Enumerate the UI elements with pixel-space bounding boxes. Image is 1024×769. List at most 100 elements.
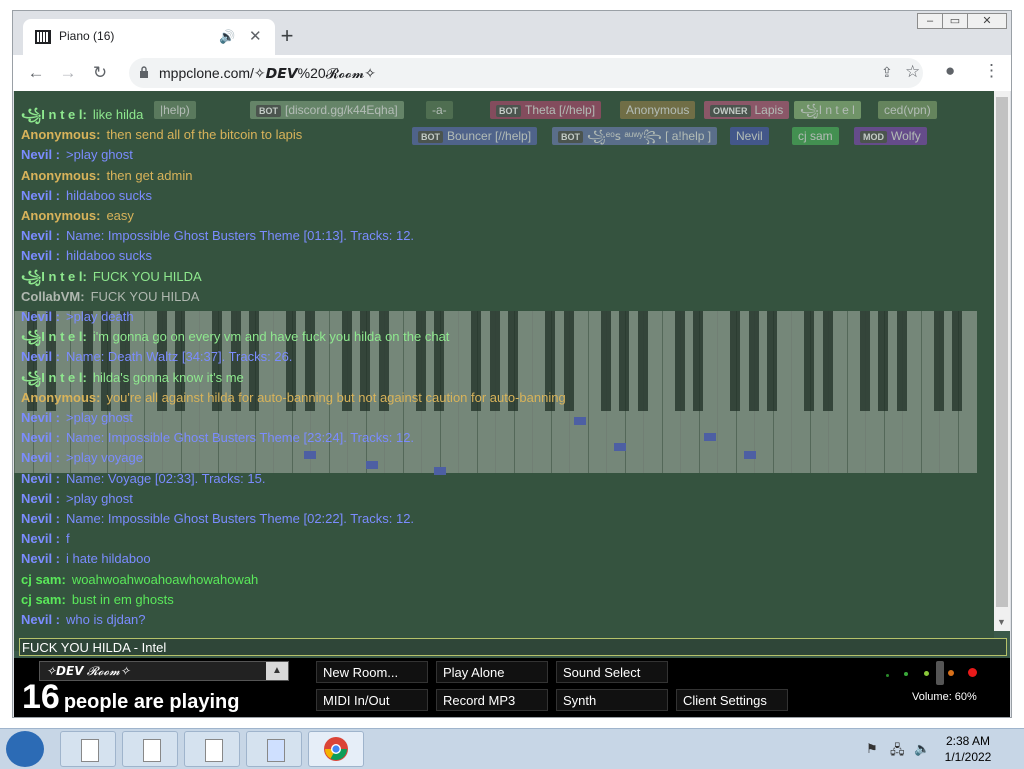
back-arrow-icon[interactable]: ← — [25, 63, 47, 83]
new-room-button[interactable]: New Room... — [316, 661, 428, 683]
taskbar-file-3[interactable] — [184, 731, 240, 767]
chat-message: Anonymous: easy — [21, 208, 134, 224]
tab-piano[interactable]: Piano (16) 🔊 ✕ — [23, 19, 275, 55]
chat-message: Nevil : >play ghost — [21, 410, 133, 426]
close-icon[interactable]: ✕ — [967, 13, 1007, 29]
address-bar[interactable]: mppclone.com/✧𝘿𝙀𝙑%20𝓡𝓸𝓸𝓶✧ ⇪ ☆ — [129, 58, 923, 88]
taskbar-file-2[interactable] — [122, 731, 178, 767]
scrollbar-thumb[interactable] — [996, 97, 1008, 607]
chat-author[interactable]: ꧁I n t e l: — [21, 329, 87, 344]
chat-author[interactable]: Nevil : — [21, 248, 60, 263]
chat-author[interactable]: Nevil : — [21, 410, 60, 425]
browser-window: Piano (16) 🔊 ✕ + – ▭ ✕ ← → ↻ mppclone.co… — [12, 10, 1012, 718]
document-icon — [205, 739, 223, 762]
chat-message: Anonymous: then send all of the bitcoin t… — [21, 127, 302, 143]
kebab-menu-icon[interactable]: ⋮ — [983, 61, 1000, 81]
bookmark-star-icon[interactable]: ☆ — [905, 62, 920, 82]
chat-text: hildaboo sucks — [66, 248, 153, 264]
chat-text: FUCK YOU HILDA — [92, 268, 202, 284]
chat-author[interactable]: Nevil : — [21, 491, 60, 506]
chat-message: Nevil : >play voyage — [21, 450, 143, 466]
control-panel-icon — [267, 739, 285, 762]
network-icon[interactable]: 🖧 — [890, 741, 905, 763]
chat-log: ꧁I n t e l: like hilda Anonymous: then send… — [21, 91, 981, 631]
chat-message: ꧁I n t e l: hilda's gonna know it's me — [21, 370, 244, 386]
maximize-icon[interactable]: ▭ — [942, 13, 968, 29]
chat-author[interactable]: cj sam: — [21, 572, 66, 587]
forward-arrow-icon[interactable]: → — [57, 63, 79, 83]
chat-text: i hate hildaboo — [66, 551, 151, 567]
chat-author[interactable]: Anonymous: — [21, 390, 100, 405]
speaker-icon[interactable]: 🔊 — [219, 29, 235, 45]
play-alone-button[interactable]: Play Alone — [436, 661, 548, 683]
chat-scrollbar[interactable]: ▼ — [994, 91, 1010, 631]
desktop: Piano (16) 🔊 ✕ + – ▭ ✕ ← → ↻ mppclone.co… — [0, 0, 1024, 728]
chat-author[interactable]: Anonymous: — [21, 168, 100, 183]
client-settings-button[interactable]: Client Settings — [676, 689, 788, 711]
piano-favicon-icon — [35, 30, 51, 44]
share-icon[interactable]: ⇪ — [881, 64, 893, 81]
chat-text: f — [66, 531, 70, 547]
chat-message: Nevil : >play death — [21, 309, 134, 325]
bottom-controls: ✧𝘿𝙀𝙑 𝓡𝓸𝓸𝓶✧ ▲ 16 people are playing New Ro… — [14, 658, 1010, 717]
chat-message: Nevil : hildaboo sucks — [21, 248, 152, 264]
profile-icon[interactable]: ● — [945, 61, 955, 81]
chat-author[interactable]: cj sam: — [21, 592, 66, 607]
chat-author[interactable]: Nevil : — [21, 471, 60, 486]
taskbar-file-1[interactable] — [60, 731, 116, 767]
chat-text: >play death — [66, 309, 134, 324]
chat-message: Anonymous: then get admin — [21, 168, 192, 184]
volume-slider[interactable] — [936, 661, 944, 685]
chat-author[interactable]: Nevil : — [21, 551, 60, 566]
windows-start-icon[interactable] — [6, 731, 44, 767]
flag-icon[interactable]: ⚑ — [866, 741, 878, 757]
player-count-label: people are playing — [63, 691, 240, 713]
chat-author[interactable]: Nevil : — [21, 612, 60, 627]
chat-author[interactable]: Nevil : — [21, 309, 60, 324]
record-dot-icon — [968, 668, 977, 677]
chat-text: bust in em ghosts — [71, 591, 174, 607]
scroll-down-icon[interactable]: ▼ — [997, 617, 1006, 627]
document-icon — [81, 739, 99, 762]
synth-button[interactable]: Synth — [556, 689, 668, 711]
chat-author[interactable]: Nevil : — [21, 531, 60, 546]
chat-author[interactable]: Anonymous: — [21, 208, 100, 223]
chat-input[interactable]: FUCK YOU HILDA - Intel — [19, 638, 1007, 656]
chat-text: Name: Voyage [02:33]. Tracks: 15. — [66, 470, 266, 486]
lock-icon — [140, 66, 148, 78]
sound-select-button[interactable]: Sound Select — [556, 661, 668, 683]
chat-author[interactable]: ꧁I n t e l: — [21, 370, 87, 385]
chat-author[interactable]: ꧁I n t e l: — [21, 269, 87, 284]
midi-in-out-button[interactable]: MIDI In/Out — [316, 689, 428, 711]
chat-author[interactable]: Nevil : — [21, 430, 60, 445]
chat-text: then get admin — [106, 167, 193, 183]
reload-icon[interactable]: ↻ — [89, 63, 111, 83]
chat-author[interactable]: Nevil : — [21, 147, 60, 162]
tab-close-icon[interactable]: ✕ — [249, 27, 262, 45]
chat-message: ꧁I n t e l: FUCK YOU HILDA — [21, 269, 202, 285]
chat-message: CollabVM: FUCK YOU HILDA — [21, 289, 199, 305]
chat-message: Anonymous: you're all against hilda for a… — [21, 390, 566, 406]
dropdown-arrow-icon[interactable]: ▲ — [266, 662, 288, 680]
record-mp3-button[interactable]: Record MP3 — [436, 689, 548, 711]
chat-author[interactable]: Nevil : — [21, 349, 60, 364]
chat-author[interactable]: CollabVM: — [21, 289, 85, 304]
chat-author[interactable]: Anonymous: — [21, 127, 100, 142]
volume-label: Volume: 60% — [912, 691, 977, 703]
clock-date: 1/1/2022 — [944, 750, 992, 764]
chat-text: then send all of the bitcoin to lapis — [106, 127, 303, 143]
chat-author[interactable]: ꧁I n t e l: — [21, 107, 87, 122]
chrome-icon — [324, 737, 348, 761]
chat-author[interactable]: Nevil : — [21, 450, 60, 465]
new-tab-button[interactable]: + — [275, 25, 299, 47]
chat-author[interactable]: Nevil : — [21, 188, 60, 203]
status-dot-icon — [948, 670, 954, 676]
taskbar-control-panel[interactable] — [246, 731, 302, 767]
chat-text: Name: Death Waltz [34:37]. Tracks: 26. — [66, 349, 293, 365]
chat-author[interactable]: Nevil : — [21, 228, 60, 243]
taskbar-chrome[interactable] — [308, 731, 364, 767]
volume-icon[interactable]: 🔈 — [914, 741, 930, 757]
minimize-icon[interactable]: – — [917, 13, 943, 29]
chat-author[interactable]: Nevil : — [21, 511, 60, 526]
taskbar-clock[interactable]: 2:38 AM 1/1/2022 — [938, 733, 998, 765]
